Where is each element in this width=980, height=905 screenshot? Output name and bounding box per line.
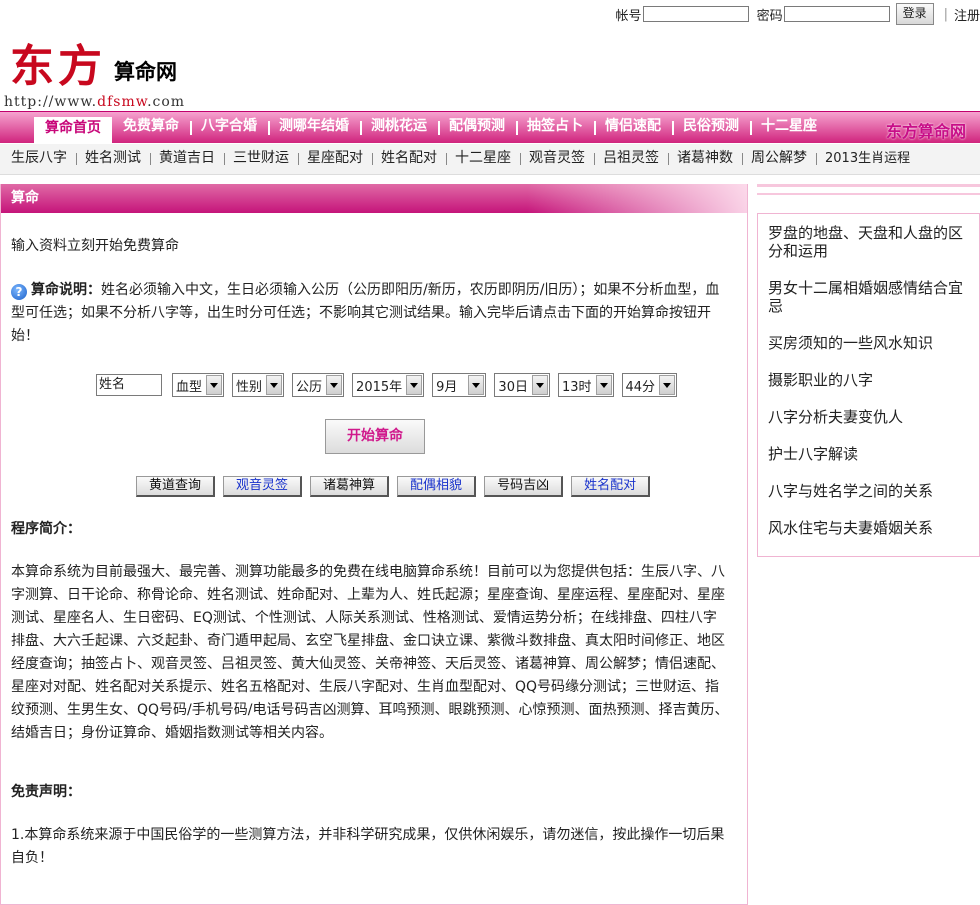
day-select[interactable]: 30日	[494, 373, 550, 397]
subnav-item[interactable]: 2013生肖运程	[816, 144, 919, 173]
subnav-item[interactable]: 周公解梦	[742, 144, 816, 173]
article-link[interactable]: 买房须知的一些风水知识	[768, 330, 969, 367]
article-link[interactable]: 风水住宅与夫妻婚姻关系	[768, 515, 969, 552]
tool-button[interactable]: 黄道查询	[136, 476, 216, 497]
birth-form: 姓名 血型 性别 公历 2015年 9月 30日 13时 44分	[96, 373, 685, 397]
gender-select[interactable]: 性别	[232, 373, 285, 397]
sidebar: 罗盘的地盘、天盘和人盘的区分和运用 男女十二属相婚姻感情结合宜忌 买房须知的一些…	[757, 184, 980, 557]
panel-title: 算命	[1, 184, 747, 213]
subnav-item[interactable]: 星座配对	[298, 144, 372, 173]
tool-button[interactable]: 观音灵签	[223, 476, 303, 497]
sidebar-divider	[757, 193, 980, 195]
nav-item-spouse[interactable]: 配偶预测	[438, 112, 516, 143]
article-link[interactable]: 罗盘的地盘、天盘和人盘的区分和运用	[768, 220, 969, 275]
article-link[interactable]: 摄影职业的八字	[768, 367, 969, 404]
chevron-down-icon	[206, 375, 223, 395]
blood-type-select[interactable]: 血型	[172, 373, 225, 397]
start-fortune-button[interactable]: 开始算命	[325, 419, 425, 454]
password-input[interactable]	[783, 6, 890, 22]
nav-item-bazi-marriage[interactable]: 八字合婚	[190, 112, 268, 143]
nav-item-marriage-year[interactable]: 测哪年结婚	[268, 112, 360, 143]
tool-button[interactable]: 配偶相貌	[397, 476, 477, 497]
month-select[interactable]: 9月	[432, 373, 487, 397]
subnav-item[interactable]: 观音灵签	[520, 144, 594, 173]
logo-url: http://www.dfsmw.com	[4, 94, 186, 110]
subnav-item[interactable]: 姓名测试	[76, 144, 150, 173]
nav-brand: 东方算命网	[885, 122, 966, 141]
article-link[interactable]: 八字分析夫妻变仇人	[768, 404, 969, 441]
tool-button[interactable]: 号码吉凶	[484, 476, 564, 497]
article-link[interactable]: 男女十二属相婚姻感情结合宜忌	[768, 275, 969, 330]
instructions-text: 姓名必须输入中文，生日必须输入公历（公历即阳历/新历，农历即阴历/旧历）；如果不…	[11, 282, 720, 344]
intro-text: 输入资料立刻开始免费算命	[11, 238, 179, 254]
nav-item-zodiac[interactable]: 十二星座	[750, 112, 828, 143]
tool-buttons: 黄道查询 观音灵签 诸葛神算 配偶相貌 号码吉凶 姓名配对	[136, 476, 658, 497]
chevron-down-icon	[326, 375, 343, 395]
minute-select[interactable]: 44分	[621, 373, 678, 397]
chevron-down-icon	[595, 375, 612, 395]
nav-item-peach[interactable]: 测桃花运	[360, 112, 438, 143]
login-button[interactable]: 登录	[895, 3, 934, 25]
calendar-select[interactable]: 公历	[292, 373, 345, 397]
instructions-label: 算命说明：	[31, 282, 101, 298]
login-bar: 帐号 密码 登录 | 注册	[608, 3, 980, 25]
name-input[interactable]: 姓名	[96, 374, 162, 396]
subnav-item[interactable]: 生辰八字	[2, 144, 76, 173]
year-select[interactable]: 2015年	[352, 373, 425, 397]
account-input[interactable]	[642, 6, 749, 22]
article-link[interactable]: 八字与姓名学之间的关系	[768, 478, 969, 515]
sub-nav: 生辰八字 姓名测试 黄道吉日 三世财运 星座配对 姓名配对 十二星座 观音灵签 …	[0, 144, 980, 175]
main-nav: 算命首页 免费算命 八字合婚 测哪年结婚 测桃花运 配偶预测 抽签占卜 情侣速配…	[0, 111, 980, 143]
account-label: 帐号	[615, 8, 642, 24]
disclaimer-text: 1.本算命系统来源于中国民俗学的一些测算方法，并非科学研究成果，仅供休闲娱乐，请…	[11, 827, 725, 866]
nav-item-divination[interactable]: 抽签占卜	[516, 112, 594, 143]
login-divider: |	[943, 6, 948, 22]
chevron-down-icon	[266, 375, 283, 395]
program-text: 本算命系统为目前最强大、最完善、测算功能最多的免费在线电脑算命系统！目前可以为您…	[11, 564, 729, 741]
nav-item-folk[interactable]: 民俗预测	[672, 112, 750, 143]
subnav-item[interactable]: 吕祖灵签	[594, 144, 668, 173]
subnav-item[interactable]: 三世财运	[224, 144, 298, 173]
help-icon: ?	[11, 284, 27, 300]
instructions: ? 算命说明：姓名必须输入中文，生日必须输入公历（公历即阳历/新历，农历即阴历/旧…	[11, 279, 729, 348]
chevron-down-icon	[659, 375, 676, 395]
site-logo[interactable]: 东方 算命网 http://www.dfsmw.com	[4, 28, 188, 112]
register-link[interactable]: 注册	[954, 5, 980, 24]
chevron-down-icon	[468, 375, 485, 395]
hour-select[interactable]: 13时	[557, 373, 614, 397]
subnav-item[interactable]: 诸葛神数	[668, 144, 742, 173]
subnav-item[interactable]: 十二星座	[446, 144, 520, 173]
fortune-panel: 算命 输入资料立刻开始免费算命 ? 算命说明：姓名必须输入中文，生日必须输入公历（…	[0, 184, 748, 905]
logo-subtitle: 算命网	[114, 60, 177, 84]
article-list: 罗盘的地盘、天盘和人盘的区分和运用 男女十二属相婚姻感情结合宜忌 买房须知的一些…	[757, 213, 980, 557]
program-heading: 程序简介：	[11, 521, 81, 537]
chevron-down-icon	[531, 375, 548, 395]
nav-item-home[interactable]: 算命首页	[34, 117, 112, 143]
password-label: 密码	[756, 8, 783, 24]
tool-button[interactable]: 诸葛神算	[310, 476, 390, 497]
sidebar-divider	[757, 184, 980, 187]
disclaimer-heading: 免责声明：	[11, 784, 81, 800]
logo-title: 东方	[10, 41, 106, 92]
nav-item-couple[interactable]: 情侣速配	[594, 112, 672, 143]
chevron-down-icon	[406, 375, 423, 395]
tool-button[interactable]: 姓名配对	[571, 476, 651, 497]
nav-item-free[interactable]: 免费算命	[112, 112, 190, 143]
subnav-item[interactable]: 黄道吉日	[150, 144, 224, 173]
subnav-item[interactable]: 姓名配对	[372, 144, 446, 173]
article-link[interactable]: 护士八字解读	[768, 441, 969, 478]
